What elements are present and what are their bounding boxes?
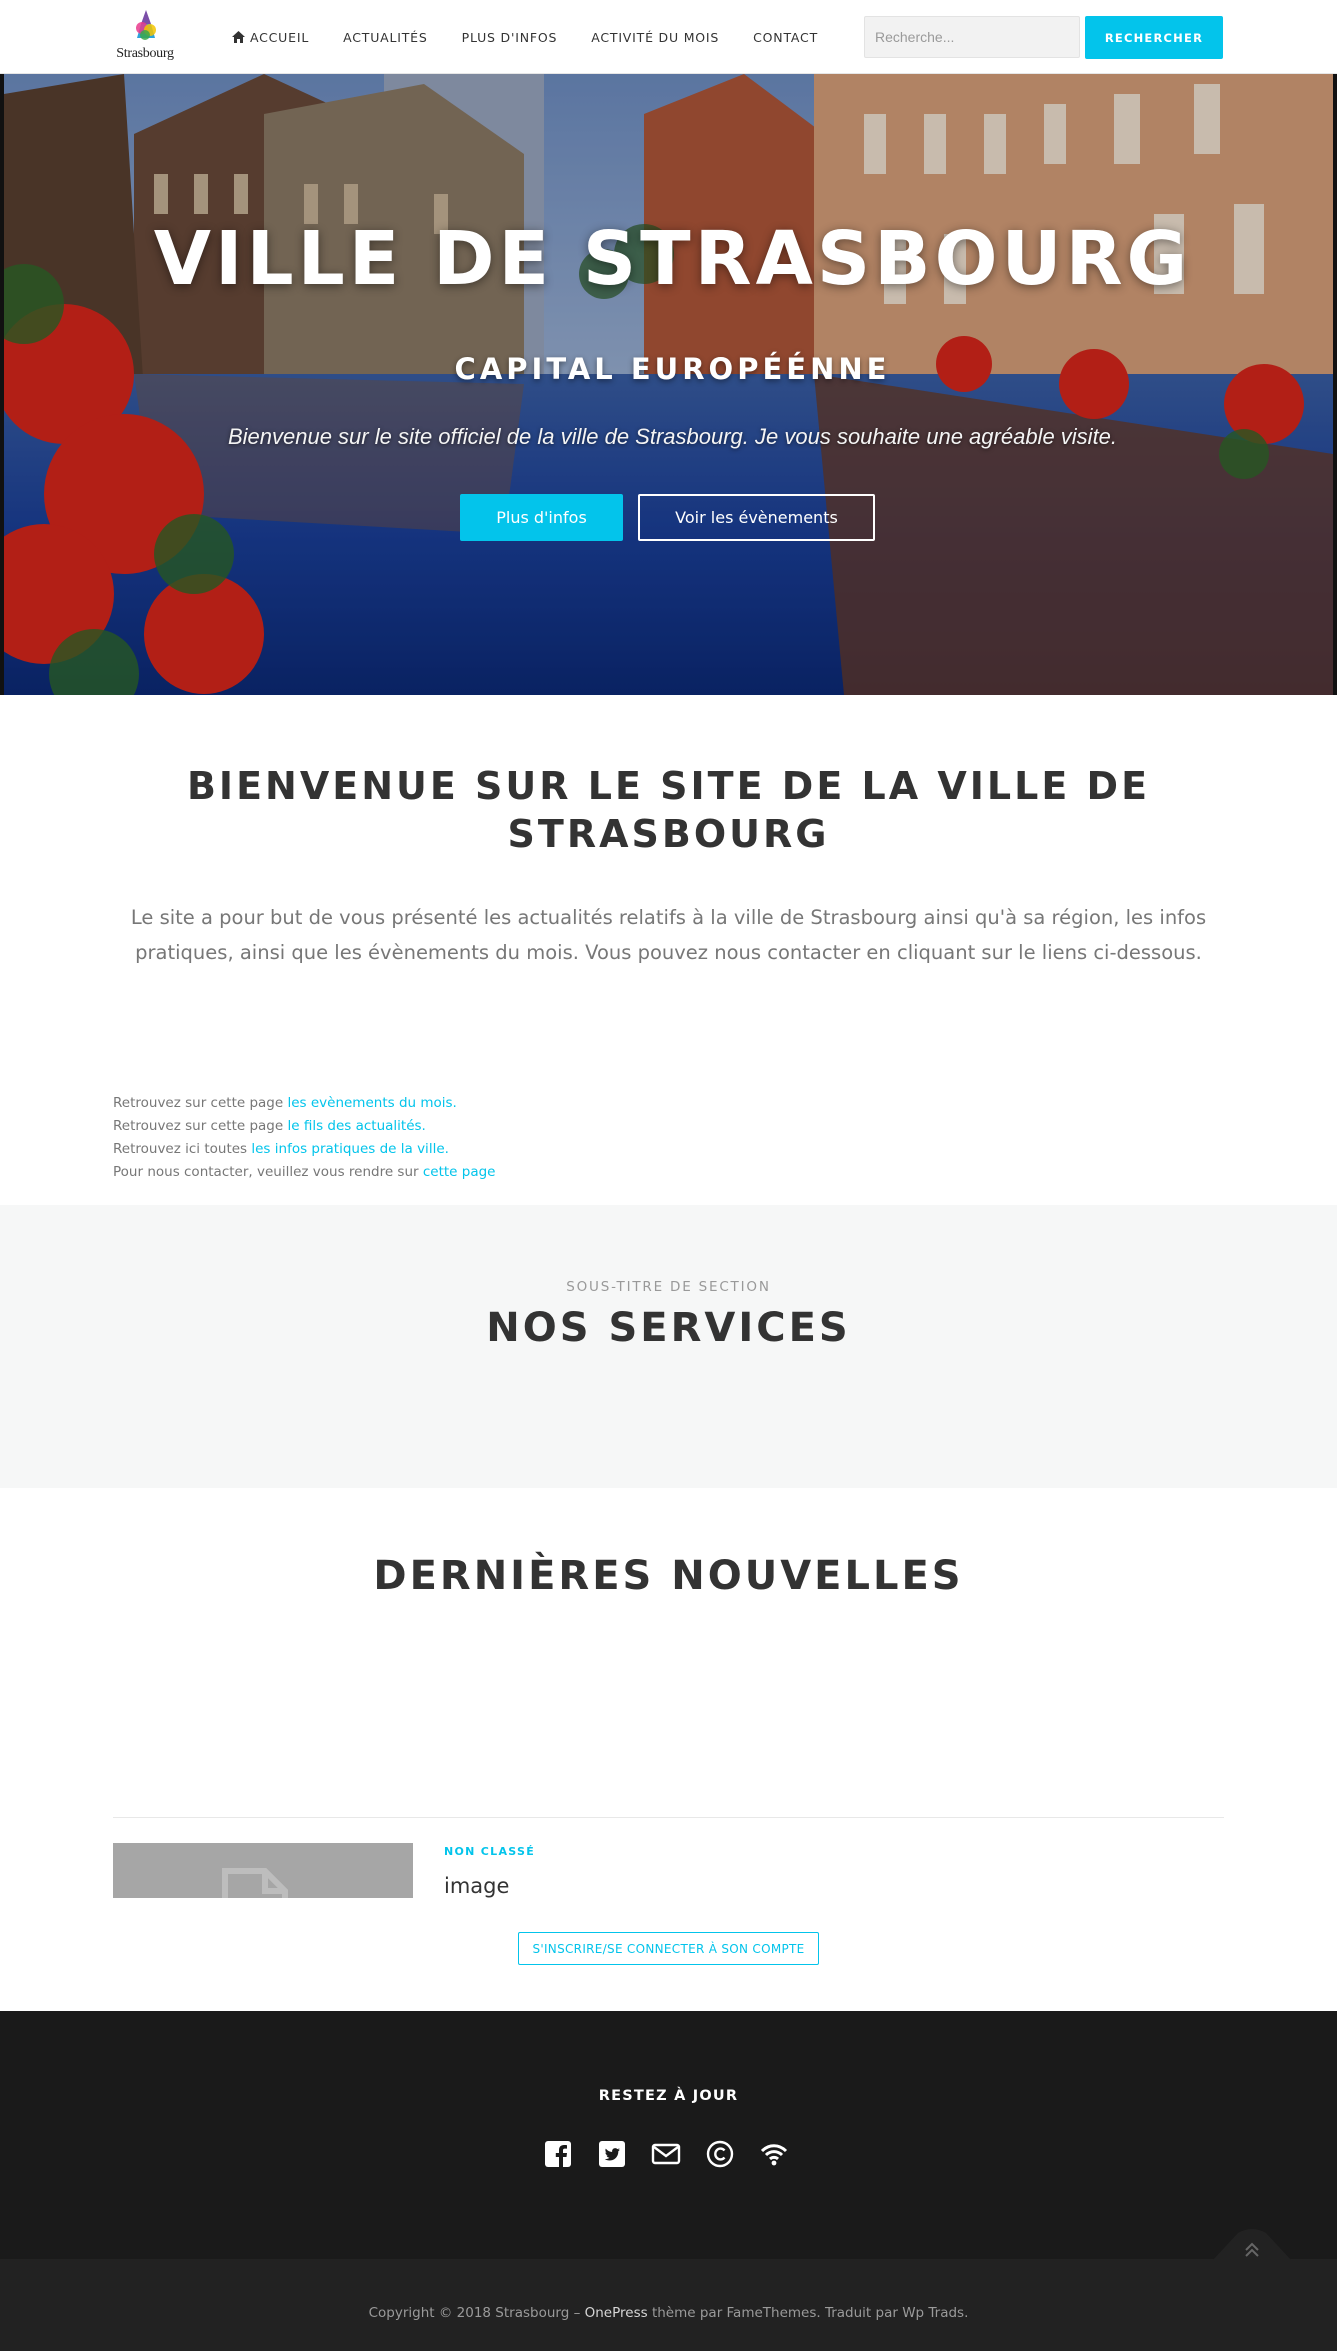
- strasbourg-logo-icon: [136, 10, 156, 40]
- search-button[interactable]: Rechercher: [1085, 16, 1223, 59]
- hero-subtitle: Capital Européénne: [454, 352, 891, 386]
- link-prefix: Retrouvez sur cette page: [113, 1095, 288, 1111]
- welcome-title: Bienvenue sur le site de la ville de Str…: [186, 764, 1151, 856]
- back-to-top-button[interactable]: [1212, 2229, 1292, 2261]
- link-infos-pratiques[interactable]: les infos pratiques de la ville.: [251, 1141, 449, 1157]
- double-chevron-up-icon: [1212, 2229, 1292, 2261]
- hero-description: Bienvenue sur le site officiel de la vil…: [227, 424, 1118, 449]
- plus-infos-button[interactable]: Plus d'infos: [460, 494, 623, 541]
- services-section: Sous-titre de section Nos services: [0, 1205, 1337, 1488]
- services-kicker: Sous-titre de section: [566, 1279, 771, 1295]
- nav-item-activite-du-mois[interactable]: Activité du mois: [591, 30, 719, 45]
- twitter-icon[interactable]: [595, 2137, 629, 2171]
- info-link-line: Retrouvez ici toutes les infos pratiques…: [113, 1138, 713, 1161]
- hero-section: VILLE DE STRASBOURG Capital Européénne B…: [0, 74, 1337, 695]
- main-nav: Accueil Actualités Plus d'infos Activité…: [232, 0, 852, 74]
- link-prefix: Pour nous contacter, veuillez vous rendr…: [113, 1164, 423, 1180]
- site-footer: Restez à jour: [0, 2011, 1337, 2259]
- site-header: Strasbourg Accueil Actualités Plus d'inf…: [0, 0, 1337, 74]
- copyright-prefix: Copyright © 2018 Strasbourg –: [368, 2305, 585, 2321]
- email-icon[interactable]: [649, 2137, 683, 2171]
- link-prefix: Retrouvez sur cette page: [113, 1118, 288, 1134]
- nav-label: Actualités: [343, 29, 428, 45]
- footer-bottom: Copyright © 2018 Strasbourg – OnePress t…: [0, 2229, 1337, 2351]
- info-links-list: Retrouvez sur cette page les evènements …: [113, 1092, 713, 1184]
- site-logo[interactable]: Strasbourg: [113, 8, 177, 66]
- facebook-icon[interactable]: [541, 2137, 575, 2171]
- copyright-text: Copyright © 2018 Strasbourg – OnePress t…: [0, 2305, 1337, 2321]
- social-links: [541, 2137, 811, 2171]
- voir-evenements-button[interactable]: Voir les évènements: [638, 494, 875, 541]
- onepress-link[interactable]: OnePress: [585, 2305, 648, 2321]
- welcome-text: Le site a pour but de vous présenté les …: [130, 906, 1207, 964]
- link-actualites[interactable]: le fils des actualités.: [287, 1118, 425, 1134]
- hero-title: VILLE DE STRASBOURG: [153, 216, 1192, 302]
- news-category[interactable]: Non classé: [444, 1845, 535, 1858]
- services-title: Nos services: [486, 1305, 851, 1351]
- footer-title: Restez à jour: [598, 2088, 739, 2104]
- search-input[interactable]: [864, 16, 1080, 58]
- placeholder-image-icon: [222, 1868, 288, 1898]
- home-icon: [232, 31, 245, 43]
- nav-label: Accueil: [250, 29, 310, 45]
- copyright-icon[interactable]: [703, 2137, 737, 2171]
- nav-item-accueil[interactable]: Accueil: [232, 30, 309, 45]
- rss-icon[interactable]: [757, 2137, 791, 2171]
- link-evenements[interactable]: les evènements du mois.: [287, 1095, 456, 1111]
- info-link-line: Retrouvez sur cette page le fils des act…: [113, 1115, 713, 1138]
- nav-item-actualites[interactable]: Actualités: [343, 30, 428, 45]
- nav-label: Activité du mois: [591, 29, 720, 45]
- login-register-button[interactable]: S'inscrire/Se connecter à son compte: [518, 1932, 819, 1965]
- info-link-line: Pour nous contacter, veuillez vous rendr…: [113, 1161, 713, 1184]
- link-contact[interactable]: cette page: [423, 1164, 496, 1180]
- logo-text: Strasbourg: [116, 46, 174, 61]
- news-post-title[interactable]: image: [444, 1874, 509, 1898]
- news-thumbnail[interactable]: [113, 1843, 413, 1898]
- info-link-line: Retrouvez sur cette page les evènements …: [113, 1092, 713, 1115]
- nav-label: Plus d'infos: [461, 29, 558, 45]
- nav-label: Contact: [753, 29, 819, 45]
- news-title: Dernières Nouvelles: [373, 1553, 964, 1599]
- copyright-suffix: thème par FameThemes. Traduit par Wp Tra…: [647, 2305, 969, 2321]
- nav-item-contact[interactable]: Contact: [753, 30, 818, 45]
- link-prefix: Retrouvez ici toutes: [113, 1141, 252, 1157]
- nav-item-plus-infos[interactable]: Plus d'infos: [462, 30, 558, 45]
- news-divider: [113, 1817, 1224, 1818]
